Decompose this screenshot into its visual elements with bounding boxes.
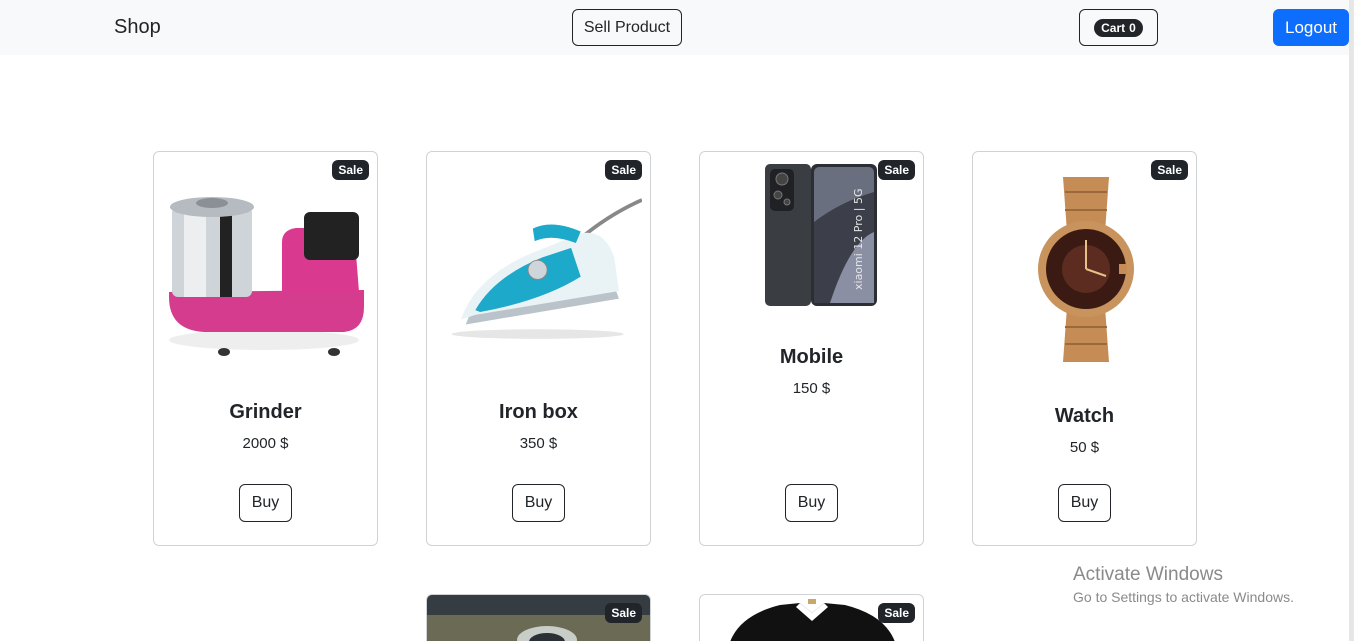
- product-price: 50 $: [1069, 439, 1100, 456]
- sale-badge: Sale: [878, 603, 915, 623]
- product-card-iron-box: Sale Iron box 350 $ Buy: [426, 151, 651, 546]
- buy-button[interactable]: Buy: [1058, 484, 1111, 522]
- iron-box-image: [451, 198, 642, 339]
- sale-badge: Sale: [878, 160, 915, 180]
- sell-product-button[interactable]: Sell Product: [572, 9, 682, 46]
- buy-button[interactable]: Buy: [239, 484, 292, 522]
- logout-button[interactable]: Logout: [1273, 9, 1349, 46]
- brand-link[interactable]: Shop: [114, 16, 161, 39]
- mobile-image: xiaomi 12 Pro | 5G: [765, 164, 877, 306]
- product-card-grinder: Sale Grinder 2000 $ Buy: [153, 151, 378, 546]
- product-card-polo-shirt: Sale: [699, 594, 924, 641]
- product-card-sunglasses: Sale: [426, 594, 651, 641]
- watch-image: [1038, 177, 1134, 362]
- sale-badge: Sale: [1151, 160, 1188, 180]
- product-name: Grinder: [229, 401, 302, 423]
- watermark-subtitle: Go to Settings to activate Windows.: [1073, 589, 1294, 605]
- navbar: Shop Sell Product Cart 0 Logout: [0, 0, 1349, 55]
- product-name: Mobile: [779, 346, 844, 368]
- product-price: 150 $: [792, 380, 831, 397]
- buy-button[interactable]: Buy: [785, 484, 838, 522]
- activate-windows-watermark: Activate Windows Go to Settings to activ…: [1073, 564, 1294, 605]
- grinder-image: [169, 197, 364, 356]
- svg-text:xiaomi 12 Pro | 5G: xiaomi 12 Pro | 5G: [852, 189, 865, 290]
- sale-badge: Sale: [605, 603, 642, 623]
- cart-count: 0: [1129, 20, 1136, 35]
- product-card-mobile: xiaomi 12 Pro | 5G Sale Mobile 150 $ Buy: [699, 151, 924, 546]
- sale-badge: Sale: [332, 160, 369, 180]
- scrollbar[interactable]: [1349, 0, 1354, 641]
- product-card-watch: Sale Watch 50 $ Buy: [972, 151, 1197, 546]
- sale-badge: Sale: [605, 160, 642, 180]
- watermark-title: Activate Windows: [1073, 564, 1223, 585]
- product-name: Watch: [1054, 405, 1115, 427]
- product-price: 350 $: [519, 435, 558, 452]
- product-name: Iron box: [499, 401, 578, 423]
- cart-badge: Cart 0: [1094, 18, 1143, 37]
- buy-button[interactable]: Buy: [512, 484, 565, 522]
- product-price: 2000 $: [242, 435, 289, 452]
- cart-label: Cart: [1101, 20, 1126, 35]
- cart-button[interactable]: Cart 0: [1079, 9, 1158, 46]
